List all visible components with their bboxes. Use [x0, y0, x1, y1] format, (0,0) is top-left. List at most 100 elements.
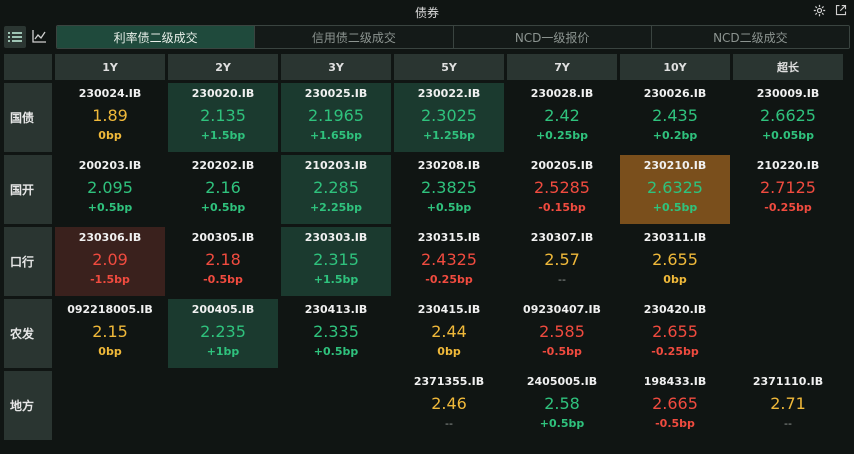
bond-cell[interactable]: 230022.IB 2.3025 +1.25bp: [394, 83, 504, 152]
bond-cell[interactable]: 230315.IB 2.4325 -0.25bp: [394, 227, 504, 296]
column-header[interactable]: 2Y: [168, 54, 278, 80]
bond-cell[interactable]: 230210.IB 2.6325 +0.5bp: [620, 155, 730, 224]
bond-cell[interactable]: 2371355.IB 2.46 --: [394, 371, 504, 440]
bond-change: +1.25bp: [422, 129, 476, 142]
bond-cell[interactable]: 230028.IB 2.42 +0.25bp: [507, 83, 617, 152]
bond-cell[interactable]: 200203.IB 2.095 +0.5bp: [55, 155, 165, 224]
bond-cell: [733, 227, 843, 296]
bond-yield: 2.44: [431, 322, 467, 341]
grid-corner: [4, 54, 52, 80]
bond-cell[interactable]: 200305.IB 2.18 -0.5bp: [168, 227, 278, 296]
bond-cell[interactable]: 230306.IB 2.09 -1.5bp: [55, 227, 165, 296]
bond-code: 230028.IB: [530, 87, 594, 100]
bond-yield: 2.135: [200, 106, 246, 125]
bond-cell[interactable]: 230415.IB 2.44 0bp: [394, 299, 504, 368]
row-header: 农发: [4, 299, 52, 368]
bond-code: 230413.IB: [304, 303, 368, 316]
bond-cell[interactable]: 230413.IB 2.335 +0.5bp: [281, 299, 391, 368]
window-tools: [812, 4, 848, 18]
tab-bar: 利率债二级成交 信用债二级成交 NCD一级报价 NCD二级成交: [56, 25, 850, 49]
bond-yield: 2.46: [431, 394, 467, 413]
tab-ncd-secondary[interactable]: NCD二级成交: [651, 26, 849, 48]
bond-change: --: [558, 273, 566, 286]
bond-code: 230025.IB: [304, 87, 368, 100]
bond-cell[interactable]: 230026.IB 2.435 +0.2bp: [620, 83, 730, 152]
bond-change: +0.5bp: [200, 201, 246, 214]
bond-code: 200203.IB: [78, 159, 142, 172]
bond-code: 210203.IB: [304, 159, 368, 172]
tab-rates-secondary[interactable]: 利率债二级成交: [57, 26, 256, 48]
bond-cell[interactable]: 200205.IB 2.5285 -0.15bp: [507, 155, 617, 224]
tab-credit-secondary[interactable]: 信用债二级成交: [255, 26, 454, 48]
row-header: 国债: [4, 83, 52, 152]
bond-code: 230307.IB: [530, 231, 594, 244]
bond-yield: 2.18: [205, 250, 241, 269]
window-title: 债券: [414, 5, 439, 20]
bond-cell[interactable]: 220202.IB 2.16 +0.5bp: [168, 155, 278, 224]
bond-yield: 2.235: [200, 322, 246, 341]
bond-cell[interactable]: 230303.IB 2.315 +1.5bp: [281, 227, 391, 296]
bond-change: +2.25bp: [309, 201, 363, 214]
column-header[interactable]: 3Y: [281, 54, 391, 80]
bond-code: 230210.IB: [643, 159, 707, 172]
bond-code: 230009.IB: [756, 87, 820, 100]
bond-code: 230208.IB: [417, 159, 481, 172]
column-header[interactable]: 5Y: [394, 54, 504, 80]
column-header[interactable]: 7Y: [507, 54, 617, 80]
bond-cell: [281, 371, 391, 440]
bond-yield: 2.09: [92, 250, 128, 269]
bond-yield: 2.7125: [760, 178, 816, 197]
bond-cell[interactable]: 09230407.IB 2.585 -0.5bp: [507, 299, 617, 368]
bond-change: 0bp: [437, 345, 461, 358]
bond-change: +0.5bp: [313, 345, 359, 358]
bond-code: 09230407.IB: [523, 303, 601, 316]
bond-yield: 2.1965: [308, 106, 364, 125]
bond-cell[interactable]: 2371110.IB 2.71 --: [733, 371, 843, 440]
bond-code: 2405005.IB: [526, 375, 598, 388]
bond-yield: 2.5285: [534, 178, 590, 197]
bond-yield: 2.16: [205, 178, 241, 197]
bond-cell[interactable]: 2405005.IB 2.58 +0.5bp: [507, 371, 617, 440]
row-header: 口行: [4, 227, 52, 296]
bond-code: 230303.IB: [304, 231, 368, 244]
bond-change: -0.25bp: [764, 201, 812, 214]
bond-cell[interactable]: 230208.IB 2.3825 +0.5bp: [394, 155, 504, 224]
bond-cell[interactable]: 092218005.IB 2.15 0bp: [55, 299, 165, 368]
bond-cell[interactable]: 230020.IB 2.135 +1.5bp: [168, 83, 278, 152]
tab-ncd-primary[interactable]: NCD一级报价: [453, 26, 652, 48]
popout-icon[interactable]: [834, 4, 848, 18]
bond-yield: 2.42: [544, 106, 580, 125]
bond-change: -0.5bp: [655, 417, 695, 430]
settings-icon[interactable]: [812, 4, 826, 18]
chart-view-button[interactable]: [28, 26, 50, 48]
bond-code: 230020.IB: [191, 87, 255, 100]
bond-cell[interactable]: 230307.IB 2.57 --: [507, 227, 617, 296]
bond-change: +0.5bp: [539, 417, 585, 430]
bond-code: 230415.IB: [417, 303, 481, 316]
bond-change: --: [784, 417, 792, 430]
bond-cell[interactable]: 230311.IB 2.655 0bp: [620, 227, 730, 296]
bond-cell[interactable]: 230420.IB 2.655 -0.25bp: [620, 299, 730, 368]
toolbar: 利率债二级成交 信用债二级成交 NCD一级报价 NCD二级成交: [4, 25, 850, 49]
column-header[interactable]: 10Y: [620, 54, 730, 80]
bond-code: 092218005.IB: [67, 303, 153, 316]
bond-cell[interactable]: 230025.IB 2.1965 +1.65bp: [281, 83, 391, 152]
bond-cell[interactable]: 210203.IB 2.285 +2.25bp: [281, 155, 391, 224]
bond-change: +0.5bp: [652, 201, 698, 214]
column-header[interactable]: 超长: [733, 54, 843, 80]
bond-cell[interactable]: 200405.IB 2.235 +1bp: [168, 299, 278, 368]
bond-yield: 2.71: [770, 394, 806, 413]
bond-cell[interactable]: 198433.IB 2.665 -0.5bp: [620, 371, 730, 440]
bond-cell[interactable]: 230009.IB 2.6625 +0.05bp: [733, 83, 843, 152]
bond-code: 2371355.IB: [413, 375, 485, 388]
bond-yield: 2.15: [92, 322, 128, 341]
bond-cell[interactable]: 210220.IB 2.7125 -0.25bp: [733, 155, 843, 224]
bond-yield: 2.58: [544, 394, 580, 413]
bond-cell[interactable]: 230024.IB 1.89 0bp: [55, 83, 165, 152]
bond-change: -0.5bp: [542, 345, 582, 358]
bond-change: -1.5bp: [90, 273, 130, 286]
bond-yield: 2.4325: [421, 250, 477, 269]
column-header[interactable]: 1Y: [55, 54, 165, 80]
list-view-button[interactable]: [4, 26, 26, 48]
bond-code: 198433.IB: [643, 375, 707, 388]
